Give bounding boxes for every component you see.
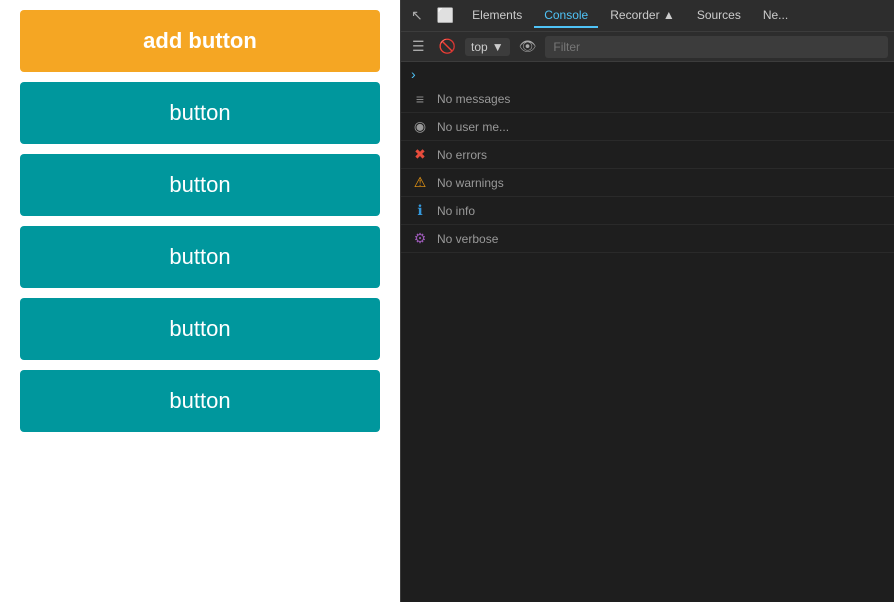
chevron-down-icon: ▼ [492, 40, 504, 54]
cursor-icon[interactable]: ↖ [405, 3, 429, 28]
message-text: No warnings [437, 176, 504, 190]
info-icon: ℹ [411, 202, 429, 219]
filter-input[interactable] [545, 36, 888, 58]
button-4[interactable]: button [20, 298, 380, 360]
list-item[interactable]: ✖ No errors [401, 141, 894, 169]
console-arrow: › [401, 62, 894, 86]
clear-console-button[interactable]: 🚫 [434, 36, 461, 57]
left-panel: add button button button button button b… [0, 0, 400, 602]
tab-more[interactable]: Ne... [753, 4, 798, 28]
add-button[interactable]: add button [20, 10, 380, 72]
devtools-tabs: ↖ ⬜ Elements Console Recorder ▲ Sources … [401, 0, 894, 32]
message-text: No errors [437, 148, 487, 162]
list-item[interactable]: ⚠ No warnings [401, 169, 894, 197]
verbose-icon: ⚙ [411, 230, 429, 247]
sidebar-toggle-button[interactable]: ☰ [407, 36, 430, 57]
button-3[interactable]: button [20, 226, 380, 288]
error-icon: ✖ [411, 146, 429, 163]
devtools-toolbar: ☰ 🚫 top ▼ 👁 [401, 32, 894, 62]
tab-recorder[interactable]: Recorder ▲ [600, 4, 685, 28]
eye-icon-button[interactable]: 👁 [514, 36, 542, 57]
context-label: top [471, 40, 488, 54]
button-1[interactable]: button [20, 82, 380, 144]
button-5[interactable]: button [20, 370, 380, 432]
message-text: No verbose [437, 232, 498, 246]
user-icon: ◉ [411, 118, 429, 135]
console-body: › ≡ No messages ◉ No user me... ✖ No err… [401, 62, 894, 602]
list-item[interactable]: ≡ No messages [401, 86, 894, 113]
list-item[interactable]: ℹ No info [401, 197, 894, 225]
tab-console[interactable]: Console [534, 4, 598, 28]
warning-icon: ⚠ [411, 174, 429, 191]
context-selector[interactable]: top ▼ [465, 38, 510, 56]
list-item[interactable]: ⚙ No verbose [401, 225, 894, 253]
inspect-icon[interactable]: ⬜ [431, 3, 460, 28]
message-text: No user me... [437, 120, 509, 134]
button-2[interactable]: button [20, 154, 380, 216]
messages-icon: ≡ [411, 91, 429, 107]
list-item[interactable]: ◉ No user me... [401, 113, 894, 141]
message-text: No messages [437, 92, 510, 106]
devtools-panel: ↖ ⬜ Elements Console Recorder ▲ Sources … [400, 0, 894, 602]
tab-sources[interactable]: Sources [687, 4, 751, 28]
message-text: No info [437, 204, 475, 218]
tab-elements[interactable]: Elements [462, 4, 532, 28]
